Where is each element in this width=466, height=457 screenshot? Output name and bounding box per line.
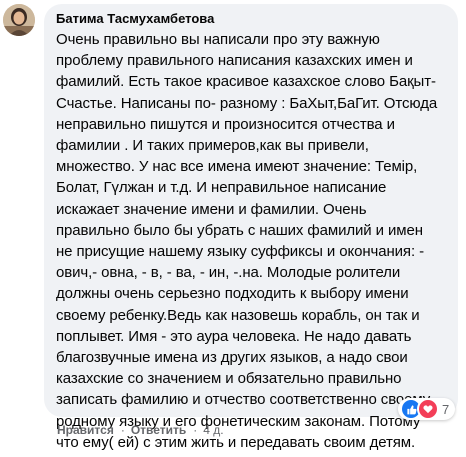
action-separator: · — [120, 423, 125, 437]
reactions-summary[interactable]: 7 — [398, 398, 456, 420]
comment-text: Очень правильно вы написали про эту важн… — [56, 31, 438, 451]
reply-button[interactable]: Ответить — [131, 422, 186, 438]
comment-actions: Нравится · Ответить · 4 д. — [57, 422, 224, 438]
like-button[interactable]: Нравится — [57, 422, 114, 438]
avatar-photo — [3, 4, 35, 36]
comment-author[interactable]: Батима Тасмухамбетова — [56, 9, 446, 29]
comment-bubble: Батима Тасмухамбетова Очень правильно вы… — [44, 4, 458, 451]
action-separator: · — [193, 423, 198, 437]
comment-timestamp[interactable]: 4 д. — [203, 422, 223, 438]
reactions-count: 7 — [442, 401, 450, 417]
love-icon — [417, 398, 439, 420]
avatar[interactable] — [3, 4, 35, 36]
